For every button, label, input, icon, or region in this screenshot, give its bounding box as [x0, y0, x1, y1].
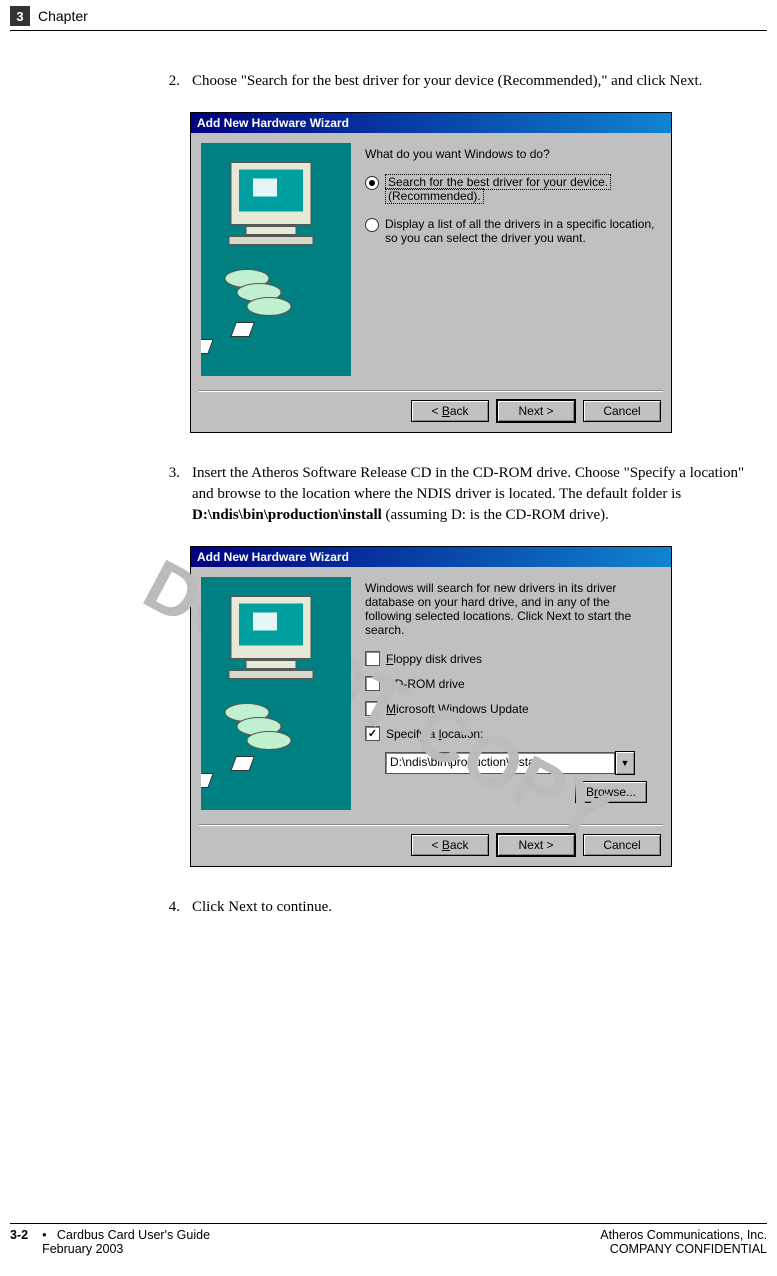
browse-button[interactable]: Browse... — [575, 781, 647, 803]
next-button[interactable]: Next > — [497, 834, 575, 856]
back-button[interactable]: < Back — [411, 834, 489, 856]
step-4: 4. Click Next to continue. — [150, 897, 757, 918]
cancel-button[interactable]: Cancel — [583, 400, 661, 422]
step-number: 2. — [150, 71, 192, 92]
page-number: 3-2 — [10, 1228, 28, 1256]
radio-label: Search for the best driver for your devi… — [385, 175, 657, 203]
step-text: Click Next to continue. — [192, 897, 757, 918]
checkbox-icon — [365, 651, 380, 666]
step-3: 3. Insert the Atheros Software Release C… — [150, 463, 757, 526]
location-input[interactable]: D:\ndis\bin\production\install — [385, 752, 615, 774]
checkbox-floppy[interactable]: Floppy disk drives — [365, 651, 657, 666]
next-button[interactable]: Next > — [497, 400, 575, 422]
radio-icon — [365, 176, 379, 190]
wizard-prompt: Windows will search for new drivers in i… — [365, 581, 657, 637]
footer-confidential: COMPANY CONFIDENTIAL — [600, 1242, 767, 1256]
radio-icon — [365, 218, 379, 232]
chapter-number-tab: 3 — [10, 6, 30, 26]
wizard-graphic — [201, 143, 351, 376]
checkbox-windows-update[interactable]: Microsoft Windows Update — [365, 701, 657, 716]
step-2: 2. Choose "Search for the best driver fo… — [150, 71, 757, 92]
checkbox-specify-location[interactable]: ✓ Specify a location: — [365, 726, 657, 741]
wizard-prompt: What do you want Windows to do? — [365, 147, 657, 161]
main-content: 2. Choose "Search for the best driver fo… — [0, 31, 777, 918]
wizard-dialog-2: Add New Hardware Wizard — [190, 546, 672, 867]
radio-option-list[interactable]: Display a list of all the drivers in a s… — [365, 217, 657, 245]
wizard-graphic — [201, 577, 351, 810]
checkbox-icon — [365, 676, 380, 691]
radio-option-recommended[interactable]: Search for the best driver for your devi… — [365, 175, 657, 203]
step-number: 4. — [150, 897, 192, 918]
footer-company: Atheros Communications, Inc. — [600, 1228, 767, 1242]
back-button[interactable]: < Back — [411, 400, 489, 422]
page-header: 3 Chapter — [0, 0, 777, 30]
page-footer: 3-2 • Cardbus Card User's Guide February… — [10, 1215, 767, 1256]
footer-rule — [10, 1223, 767, 1224]
checkbox-icon-checked: ✓ — [365, 726, 380, 741]
checkbox-icon — [365, 701, 380, 716]
wizard-dialog-1: Add New Hardware Wizard — [190, 112, 672, 433]
step-number: 3. — [150, 463, 192, 526]
radio-label: Display a list of all the drivers in a s… — [385, 217, 657, 245]
cancel-button[interactable]: Cancel — [583, 834, 661, 856]
wizard-titlebar: Add New Hardware Wizard — [191, 547, 671, 567]
footer-title: Cardbus Card User's Guide — [57, 1228, 210, 1242]
chapter-label: Chapter — [38, 8, 88, 24]
footer-bullet: • — [42, 1228, 46, 1242]
step-text: Insert the Atheros Software Release CD i… — [192, 463, 757, 526]
wizard-titlebar: Add New Hardware Wizard — [191, 113, 671, 133]
footer-date: February 2003 — [42, 1242, 123, 1256]
checkbox-cdrom[interactable]: CD-ROM drive — [365, 676, 657, 691]
step-text: Choose "Search for the best driver for y… — [192, 71, 757, 92]
dropdown-button[interactable]: ▼ — [615, 751, 635, 775]
